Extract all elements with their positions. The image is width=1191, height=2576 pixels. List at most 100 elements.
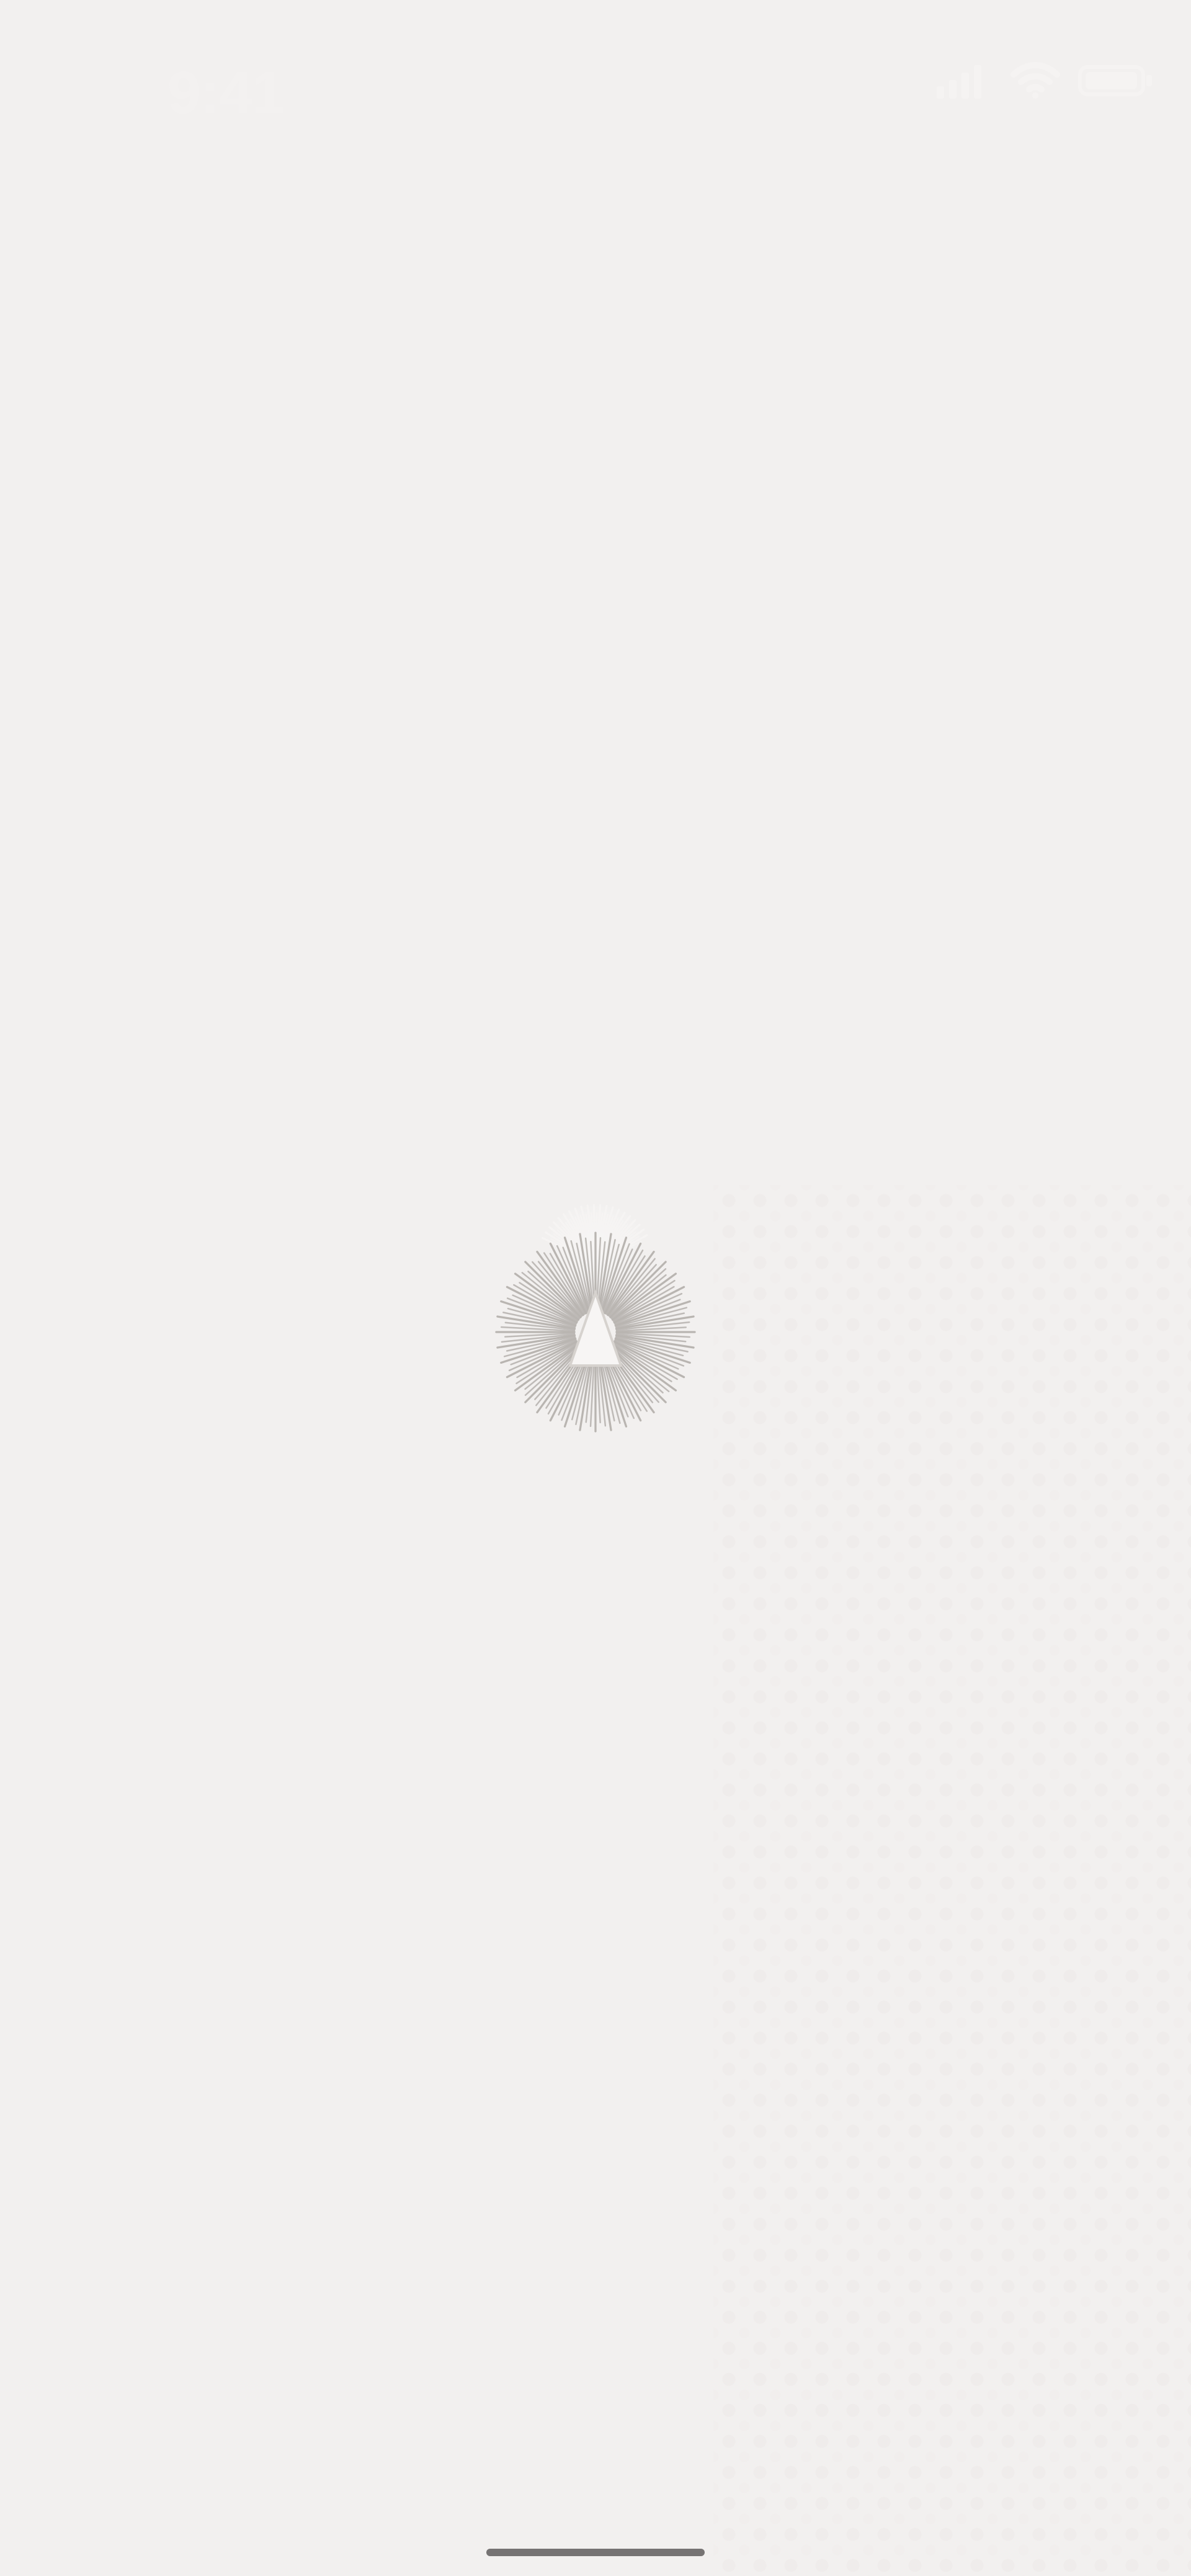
logo-ray — [574, 1207, 595, 1259]
logo-ray — [549, 1242, 587, 1315]
logo-ray — [500, 1300, 577, 1327]
logo-ray — [599, 1223, 641, 1261]
logo-ray — [603, 1248, 633, 1314]
logo-ray — [574, 1216, 594, 1259]
logo-ray — [602, 1351, 629, 1418]
logo-ray — [496, 1334, 576, 1349]
logo-ray — [590, 1240, 596, 1312]
logo-ray — [610, 1345, 664, 1393]
logo-ray — [550, 1238, 591, 1262]
logo-ray — [597, 1241, 606, 1312]
battery-icon — [1078, 65, 1152, 96]
logo-ray — [562, 1246, 589, 1313]
logo-ray — [597, 1233, 612, 1313]
logo-ray — [615, 1315, 695, 1330]
logo-ray — [609, 1261, 667, 1318]
splash-logo — [490, 1188, 701, 1446]
logo-ray — [506, 1335, 576, 1352]
logo-ray — [569, 1219, 594, 1259]
logo-ray — [536, 1348, 584, 1414]
splash-screen: 9:41 — [0, 0, 1191, 2576]
logo-ray — [570, 1240, 591, 1313]
logo-ray — [556, 1229, 592, 1261]
logo-ray — [524, 1261, 582, 1318]
logo-ray — [504, 1332, 576, 1338]
logo-ray — [599, 1352, 615, 1422]
logo-ray — [606, 1349, 648, 1412]
logo-ray — [580, 1205, 596, 1259]
logo-ray — [527, 1271, 581, 1319]
logo-ray — [600, 1243, 620, 1313]
logo-ray — [613, 1341, 678, 1380]
logo-ray — [515, 1343, 579, 1385]
logo-ray — [615, 1336, 684, 1357]
logo-ray — [496, 1315, 576, 1330]
logo-ray — [549, 1253, 586, 1315]
logo-ray — [615, 1332, 691, 1338]
subtle-background-pattern — [713, 1185, 1191, 2576]
logo-ray — [613, 1340, 685, 1379]
logo-ray — [591, 1212, 596, 1259]
logo-ray — [557, 1217, 593, 1260]
logo-ray — [610, 1268, 667, 1319]
logo-ray — [613, 1292, 683, 1325]
logo-ray — [608, 1258, 656, 1317]
logo-ray — [563, 1351, 591, 1428]
logo-ray — [600, 1240, 642, 1262]
logo-ray — [605, 1349, 642, 1411]
logo-ray — [595, 1212, 598, 1259]
logo-ray — [502, 1312, 576, 1329]
logo-ray — [506, 1340, 578, 1379]
logo-ray — [506, 1286, 578, 1324]
logo-ray — [553, 1221, 592, 1261]
logo-ray — [584, 1237, 594, 1312]
logo-ray — [613, 1339, 679, 1370]
logo-ray — [599, 1223, 628, 1260]
logo-ray — [545, 1349, 585, 1409]
logo-ray — [535, 1348, 583, 1407]
logo-ray — [560, 1225, 592, 1260]
logo-ray — [597, 1211, 626, 1259]
logo-ray — [603, 1350, 635, 1420]
logo-ray — [604, 1349, 642, 1422]
logo-ray — [556, 1245, 588, 1314]
logo-ray — [563, 1213, 594, 1260]
logo-ray — [508, 1339, 578, 1372]
logo-ray — [597, 1351, 612, 1431]
logo-ray — [615, 1326, 687, 1332]
logo-ray — [607, 1348, 655, 1414]
logo-ray — [609, 1264, 657, 1317]
logo-ray — [592, 1204, 597, 1259]
logo-ray — [612, 1279, 676, 1322]
logo-ray — [500, 1337, 577, 1364]
logo-ray — [585, 1213, 596, 1259]
logo-ray — [597, 1217, 619, 1259]
logo-ray — [524, 1345, 581, 1396]
logo-ray — [519, 1282, 579, 1322]
logo-ray — [607, 1250, 655, 1317]
logo-ray — [596, 1212, 604, 1259]
status-time: 9:41 — [167, 60, 285, 126]
logo-ray — [597, 1352, 607, 1427]
logo-ray — [596, 1214, 609, 1259]
logo-ray — [600, 1236, 640, 1261]
logo-ray — [516, 1341, 578, 1379]
logo-ray — [510, 1338, 577, 1366]
logo-ray — [614, 1299, 681, 1326]
logo-ray — [579, 1214, 595, 1259]
logo-ray — [598, 1215, 631, 1260]
logo-ray — [615, 1333, 687, 1343]
logo-ray — [513, 1284, 578, 1323]
logo-ray — [596, 1205, 608, 1259]
logo-ray — [600, 1234, 648, 1262]
logo-ray — [600, 1351, 621, 1424]
logo-ray — [600, 1351, 628, 1428]
logo-ray — [615, 1307, 688, 1328]
logo-ray — [534, 1347, 582, 1400]
logo-ray — [596, 1237, 602, 1312]
logo-ray — [532, 1261, 582, 1317]
logo-ray — [563, 1237, 591, 1313]
wifi-icon — [1010, 62, 1060, 99]
logo-ray — [611, 1274, 667, 1320]
logo-ray — [596, 1206, 614, 1259]
